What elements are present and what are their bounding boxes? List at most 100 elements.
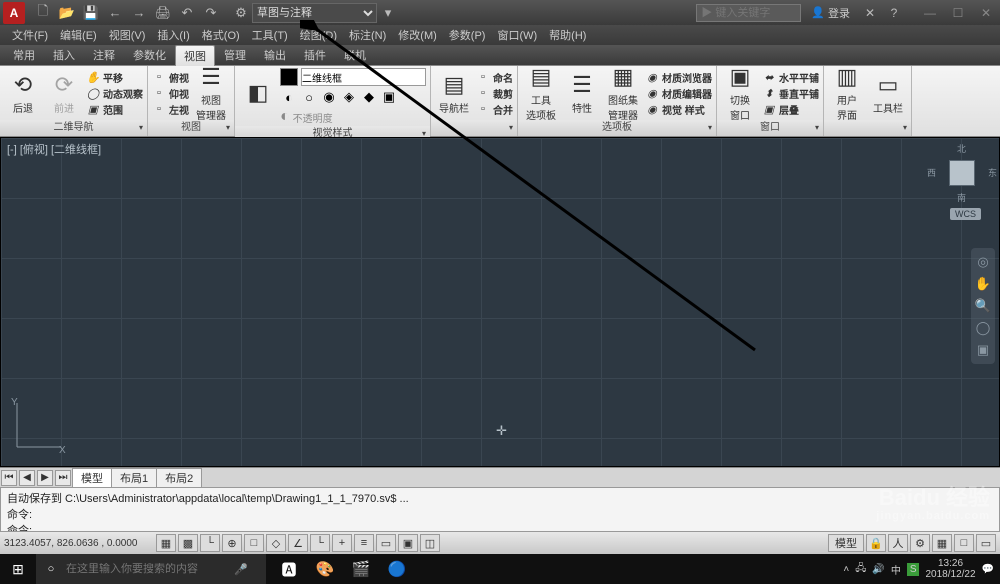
vs-icon-5[interactable]: ◆ (360, 88, 378, 106)
layout-last[interactable]: ⏭ (55, 470, 71, 486)
vs-icon-3[interactable]: ◉ (320, 88, 338, 106)
tray-notif-icon[interactable]: 💬 (982, 564, 994, 575)
orbit-item[interactable]: ◯动态观察 (86, 86, 143, 101)
left-view[interactable]: ▫左视 (152, 102, 189, 117)
sheetset-button[interactable]: ▦图纸集 管理器 (604, 68, 642, 118)
menu-window[interactable]: 窗口(W) (491, 25, 543, 45)
taskbar-app-3[interactable]: 🎬 (344, 554, 378, 584)
qat-open-icon[interactable]: 📂 (56, 3, 78, 23)
panel-title-ui[interactable] (824, 120, 911, 136)
status-model[interactable]: 模型 (828, 534, 864, 552)
qat-fwd-icon[interactable]: ↷ (200, 3, 222, 23)
join-item[interactable]: ▫合并 (476, 102, 513, 117)
vis-style[interactable]: ◉视觉 样式 (645, 102, 712, 117)
status-hw[interactable]: □ (954, 534, 974, 552)
status-iso[interactable]: ▦ (932, 534, 952, 552)
tab-online[interactable]: 联机 (335, 44, 375, 66)
cascade[interactable]: ▣层叠 (762, 102, 819, 117)
vs-icon-1[interactable]: ◐ (280, 88, 298, 106)
top-view[interactable]: ▫俯视 (152, 70, 189, 85)
menu-format[interactable]: 格式(O) (196, 25, 246, 45)
view-cube[interactable]: 北 南 西 东 (933, 144, 991, 202)
menu-insert[interactable]: 插入(I) (151, 25, 195, 45)
bottom-view[interactable]: ▫仰视 (152, 86, 189, 101)
named-item[interactable]: ▫命名 (476, 70, 513, 85)
orbit-nav-icon[interactable]: ◯ (976, 320, 991, 336)
taskbar-search-input[interactable] (66, 563, 226, 575)
layout-next[interactable]: ▶ (37, 470, 53, 486)
lwt-toggle[interactable]: ≡ (354, 534, 374, 552)
grid-toggle[interactable]: ▩ (178, 534, 198, 552)
vs-icon-6[interactable]: ▣ (380, 88, 398, 106)
qp-toggle[interactable]: ▣ (398, 534, 418, 552)
mic-icon[interactable]: 🎤 (226, 563, 256, 576)
exchange-icon[interactable]: ✕ (860, 3, 880, 23)
status-clean[interactable]: ▭ (976, 534, 996, 552)
ducs-toggle[interactable]: └ (310, 534, 330, 552)
vs-icon-2[interactable]: ○ (300, 88, 318, 106)
qat-redo-icon[interactable]: → (128, 3, 150, 23)
tab-annotate[interactable]: 注释 (84, 44, 124, 66)
app-logo[interactable]: A (3, 2, 25, 24)
tab-addins[interactable]: 插件 (295, 44, 335, 66)
workspace-dropdown[interactable]: 草图与注释 (252, 3, 377, 23)
menu-view[interactable]: 视图(V) (103, 25, 152, 45)
show-icon[interactable]: ▣ (977, 342, 989, 358)
pan-item[interactable]: ✋平移 (86, 70, 143, 85)
pan-icon[interactable]: ✋ (975, 276, 991, 292)
dyn-toggle[interactable]: + (332, 534, 352, 552)
tile-h[interactable]: ⬌水平平铺 (762, 70, 819, 85)
panel-title-window[interactable]: 窗口 (717, 120, 823, 136)
mat-browser[interactable]: ◉材质浏览器 (645, 70, 712, 85)
status-ws-icon[interactable]: ⚙ (910, 534, 930, 552)
command-window[interactable]: 自动保存到 C:\Users\Administrator\appdata\loc… (0, 487, 1000, 532)
tray-up-icon[interactable]: ˄ (843, 564, 849, 575)
chevron-down-icon[interactable]: ▾ (377, 3, 399, 23)
cortana-icon[interactable]: ○ (36, 563, 66, 575)
tray-clock[interactable]: 13:262018/12/22 (925, 558, 975, 580)
taskbar-app-acad[interactable]: 🅰 (272, 554, 306, 584)
tab-insert[interactable]: 插入 (44, 44, 84, 66)
back-button[interactable]: ⟲后退 (4, 68, 42, 118)
layout-tab-model[interactable]: 模型 (72, 468, 112, 488)
status-anno[interactable]: 人 (888, 534, 908, 552)
view-cube-face[interactable] (949, 160, 975, 186)
ui-button[interactable]: ▥用户 界面 (828, 68, 866, 118)
tool-palette-button[interactable]: ▤工具 选项板 (522, 68, 560, 118)
view-manager-button[interactable]: ☰视图 管理器 (192, 68, 230, 118)
vs-icon-4[interactable]: ◈ (340, 88, 358, 106)
taskbar-app-4[interactable]: 🔵 (380, 554, 414, 584)
menu-draw[interactable]: 绘图(D) (294, 25, 343, 45)
otrack-toggle[interactable]: ∠ (288, 534, 308, 552)
3dosnap-toggle[interactable]: ◇ (266, 534, 286, 552)
taskbar-search[interactable]: ○ 🎤 (36, 554, 266, 584)
zoom-icon[interactable]: 🔍 (975, 298, 991, 314)
tab-manage[interactable]: 管理 (215, 44, 255, 66)
qat-new-icon[interactable]: 🗋 (32, 3, 54, 23)
tab-view[interactable]: 视图 (175, 45, 215, 66)
toolbar-button[interactable]: ▭工具栏 (869, 68, 907, 118)
tab-param[interactable]: 参数化 (124, 44, 175, 66)
menu-dimension[interactable]: 标注(N) (343, 25, 392, 45)
switch-window-button[interactable]: ▣切换 窗口 (721, 68, 759, 118)
snap-toggle[interactable]: ▦ (156, 534, 176, 552)
clip-item[interactable]: ▫裁剪 (476, 86, 513, 101)
menu-param[interactable]: 参数(P) (443, 25, 492, 45)
extents-item[interactable]: ▣范围 (86, 102, 143, 117)
visual-swatch[interactable] (280, 68, 298, 86)
ortho-toggle[interactable]: └ (200, 534, 220, 552)
sc-toggle[interactable]: ◫ (420, 534, 440, 552)
drawing-canvas[interactable]: [-] [俯视] [二维线框] 北 南 西 东 WCS ◎ ✋ 🔍 ◯ ▣ ✛ … (0, 137, 1000, 467)
close-button[interactable]: ✕ (972, 2, 1000, 24)
visual-style-dropdown[interactable] (301, 68, 426, 86)
tab-home[interactable]: 常用 (4, 44, 44, 66)
status-scale[interactable]: 🔒 (866, 534, 886, 552)
panel-title-palettes[interactable]: 选项板 (518, 120, 716, 136)
polar-toggle[interactable]: ⊕ (222, 534, 242, 552)
taskbar-app-2[interactable]: 🎨 (308, 554, 342, 584)
tab-output[interactable]: 输出 (255, 44, 295, 66)
menu-modify[interactable]: 修改(M) (392, 25, 443, 45)
help-search-input[interactable] (696, 4, 801, 22)
tray-ime-icon[interactable]: 中 (891, 562, 901, 577)
panel-title-views[interactable]: 视图 (148, 120, 234, 136)
